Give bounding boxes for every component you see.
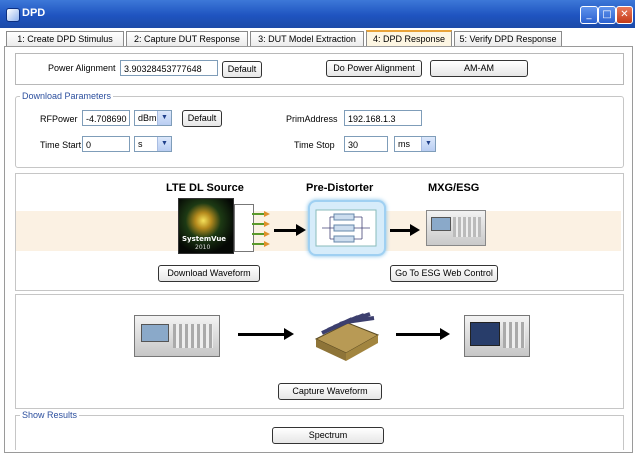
tab-create-dpd-stimulus[interactable]: 1: Create DPD Stimulus <box>6 31 124 46</box>
tab-capture-dut-response[interactable]: 2: Capture DUT Response <box>126 31 248 46</box>
rfpower-label: RFPower <box>40 114 78 124</box>
window-title: DPD <box>22 7 46 19</box>
capture-diagram-group: Capture Waveform <box>15 294 624 409</box>
predistorter-diagram-icon <box>315 209 377 247</box>
systemvue-logo: SystemVue 2010 <box>178 198 234 254</box>
pre-distorter-title: Pre-Distorter <box>306 182 374 194</box>
mxg-esg-title: MXG/ESG <box>428 182 480 194</box>
time-start-unit-value: s <box>138 139 143 149</box>
capture-waveform-button[interactable]: Capture Waveform <box>278 383 382 400</box>
close-icon: ✕ <box>620 9 629 20</box>
time-stop-unit-value: ms <box>398 139 410 149</box>
arrow-head-icon <box>410 224 420 236</box>
power-alignment-default-button[interactable]: Default <box>222 61 262 78</box>
prim-address-field[interactable]: 192.168.1.3 <box>344 110 422 126</box>
maximize-icon: □ <box>602 9 612 20</box>
title-bar[interactable]: DPD _ □ ✕ <box>0 0 635 28</box>
maximize-button[interactable]: □ <box>598 6 616 24</box>
arrow-source-to-predistorter <box>274 229 298 232</box>
app-icon <box>6 8 20 22</box>
show-results-label: Show Results <box>20 410 80 420</box>
time-stop-field[interactable]: 30 <box>344 136 388 152</box>
minimize-icon: _ <box>586 9 592 20</box>
rfpower-unit-value: dBm <box>138 113 157 123</box>
time-start-label: Time Start <box>40 140 82 150</box>
signal-analyzer-instrument <box>464 315 530 357</box>
predistortion-diagram-group: LTE DL Source Pre-Distorter MXG/ESG Syst… <box>15 173 624 291</box>
arrow-head-icon <box>440 328 450 340</box>
power-alignment-field[interactable]: 3.90328453777648 <box>120 60 218 76</box>
lte-dl-source-title: LTE DL Source <box>166 182 244 194</box>
arrow-generator-to-amplifier <box>238 333 284 336</box>
minimize-button[interactable]: _ <box>580 6 598 24</box>
chevron-down-icon: ▼ <box>157 137 171 151</box>
lte-source-block-icon <box>234 204 254 252</box>
dpd-response-panel: Power Alignment 3.90328453777648 Default… <box>4 46 633 453</box>
rfpower-default-button[interactable]: Default <box>182 110 222 127</box>
show-results-group: Show Results Spectrum <box>15 410 624 450</box>
power-alignment-label: Power Alignment <box>48 63 116 73</box>
mxg-esg-instrument <box>426 210 486 246</box>
close-button[interactable]: ✕ <box>616 6 633 24</box>
dpd-window: DPD _ □ ✕ 1: Create DPD Stimulus 2: Capt… <box>0 0 635 453</box>
arrow-head-icon <box>284 328 294 340</box>
time-start-unit-select[interactable]: s ▼ <box>134 136 172 152</box>
power-alignment-box: Power Alignment 3.90328453777648 Default… <box>15 53 624 85</box>
systemvue-year: 2010 <box>195 244 211 251</box>
time-stop-unit-select[interactable]: ms ▼ <box>394 136 436 152</box>
go-to-esg-web-control-button[interactable]: Go To ESG Web Control <box>390 265 498 282</box>
tab-dut-model-extraction[interactable]: 3: DUT Model Extraction <box>250 31 364 46</box>
download-parameters-group: Download Parameters RFPower -4.708690 dB… <box>15 91 624 168</box>
time-stop-label: Time Stop <box>294 140 335 150</box>
download-waveform-button[interactable]: Download Waveform <box>158 265 260 282</box>
chevron-down-icon: ▼ <box>421 137 435 151</box>
tab-dpd-response[interactable]: 4: DPD Response <box>366 30 452 47</box>
systemvue-text: SystemVue <box>182 235 227 243</box>
rfpower-unit-select[interactable]: dBm ▼ <box>134 110 172 126</box>
am-am-button[interactable]: AM-AM <box>430 60 528 77</box>
tab-verify-dpd-response[interactable]: 5: Verify DPD Response <box>454 31 562 46</box>
signal-generator-instrument <box>134 315 220 357</box>
time-start-field[interactable]: 0 <box>82 136 130 152</box>
power-amplifier-icon <box>314 312 380 361</box>
rfpower-field[interactable]: -4.708690 <box>82 110 130 126</box>
arrow-predistorter-to-mxg <box>390 229 412 232</box>
spectrum-button[interactable]: Spectrum <box>272 427 384 444</box>
download-parameters-label: Download Parameters <box>20 91 114 101</box>
predistorter-block <box>308 200 386 256</box>
do-power-alignment-button[interactable]: Do Power Alignment <box>326 60 422 77</box>
prim-address-label: PrimAddress <box>286 114 338 124</box>
source-output-arrows-icon <box>252 211 270 247</box>
arrow-amplifier-to-analyzer <box>396 333 442 336</box>
arrow-head-icon <box>296 224 306 236</box>
chevron-down-icon: ▼ <box>157 111 171 125</box>
